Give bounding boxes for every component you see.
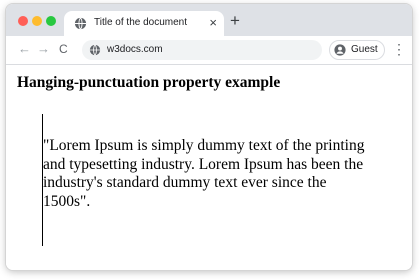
back-arrow-icon[interactable]: ←	[18, 41, 31, 57]
page-content: Hanging-punctuation property example "Lo…	[6, 65, 412, 270]
kebab-menu-icon[interactable]: ⋮	[392, 41, 406, 57]
page-title: Hanging-punctuation property example	[17, 74, 281, 91]
demo-paragraph: "Lorem Ipsum is simply dummy text of the…	[43, 137, 365, 210]
reload-icon[interactable]: C	[59, 41, 68, 57]
profile-label: Guest	[351, 44, 378, 55]
person-icon	[334, 44, 346, 56]
hanging-punctuation-box: "Lorem Ipsum is simply dummy text of the…	[42, 114, 383, 246]
new-tab-icon[interactable]: +	[230, 12, 240, 30]
globe-icon	[89, 44, 101, 56]
forward-arrow-icon[interactable]: →	[37, 41, 50, 57]
tab-close-icon[interactable]: ×	[209, 14, 217, 32]
tab-active[interactable]: Title of the document ×	[64, 11, 224, 36]
profile-button[interactable]: Guest	[329, 40, 385, 60]
tab-strip: Title of the document × +	[6, 4, 412, 36]
globe-icon	[74, 17, 87, 30]
address-bar[interactable]: w3docs.com	[82, 40, 322, 60]
maximize-window-button[interactable]	[46, 16, 56, 26]
browser-toolbar: ← → C w3docs.com Guest ⋮	[6, 36, 412, 65]
minimize-window-button[interactable]	[32, 16, 42, 26]
address-url: w3docs.com	[107, 44, 163, 55]
close-window-button[interactable]	[18, 16, 28, 26]
browser-window: Title of the document × + ← → C w3docs.c…	[6, 4, 412, 270]
tab-title: Title of the document	[94, 17, 188, 28]
